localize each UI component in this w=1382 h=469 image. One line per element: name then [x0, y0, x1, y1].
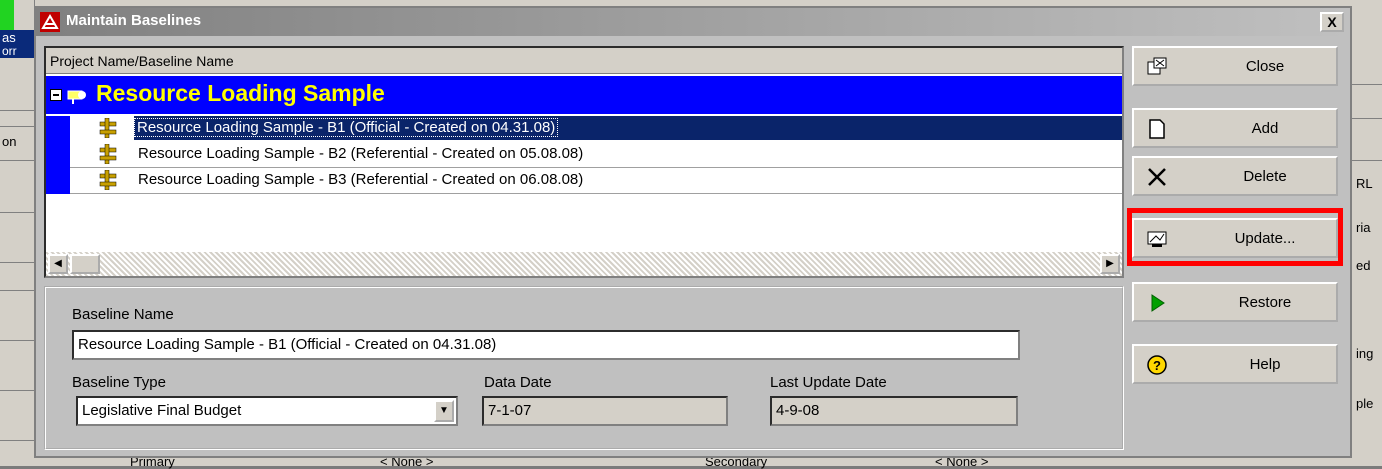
baseline-type-value: Legislative Final Budget: [82, 402, 242, 419]
update-highlight-box: [1127, 208, 1343, 266]
delete-label: Delete: [1243, 168, 1287, 185]
background-left-panel: as orr on: [0, 0, 35, 466]
baseline-icon: [98, 117, 118, 139]
baseline-icon: [98, 169, 118, 191]
baseline-icon: [98, 143, 118, 165]
background-text: ing: [1356, 346, 1374, 361]
baseline-tree: Project Name/Baseline Name Resource Load…: [44, 46, 1124, 278]
play-icon: [1146, 292, 1168, 314]
close-button[interactable]: Close: [1132, 46, 1338, 86]
baseline-row[interactable]: Resource Loading Sample - B1 (Official -…: [46, 116, 1122, 142]
background-text: ria: [1356, 220, 1371, 235]
background-text: ed: [1356, 258, 1371, 273]
baseline-row[interactable]: Resource Loading Sample - B3 (Referentia…: [46, 168, 1122, 194]
project-icon: [66, 85, 88, 105]
title-bar[interactable]: Maintain Baselines X: [36, 8, 1350, 36]
background-text: orr: [2, 44, 17, 58]
background-text: as: [2, 30, 16, 45]
background-text: on: [2, 134, 17, 149]
data-date-label: Data Date: [484, 374, 552, 391]
project-row[interactable]: Resource Loading Sample: [46, 76, 1122, 114]
baseline-row[interactable]: Resource Loading Sample - B2 (Referentia…: [46, 142, 1122, 168]
help-button[interactable]: ? Help: [1132, 344, 1338, 384]
app-icon: [40, 12, 60, 32]
svg-text:?: ?: [1153, 358, 1161, 373]
window-title: Maintain Baselines: [66, 12, 202, 29]
last-update-date-label: Last Update Date: [770, 374, 887, 391]
baseline-label: Resource Loading Sample - B2 (Referentia…: [138, 145, 584, 162]
baseline-label: Resource Loading Sample - B1 (Official -…: [134, 118, 559, 137]
baseline-label: Resource Loading Sample - B3 (Referentia…: [138, 171, 584, 188]
close-window-icon: [1146, 56, 1168, 78]
baseline-name-field[interactable]: Resource Loading Sample - B1 (Official -…: [72, 330, 1020, 360]
scroll-left-icon[interactable]: ◀: [48, 254, 68, 274]
close-label: Close: [1245, 58, 1285, 75]
last-update-date-field: 4-9-08: [770, 396, 1018, 426]
background-green-block: [0, 0, 14, 30]
add-label: Add: [1251, 120, 1279, 137]
project-name: Resource Loading Sample: [96, 80, 385, 106]
horizontal-scrollbar[interactable]: ◀ ▶: [46, 252, 1122, 276]
background-text: ple: [1356, 396, 1374, 411]
help-label: Help: [1249, 356, 1281, 373]
background-blue-strip: as orr: [0, 30, 34, 58]
scroll-right-icon[interactable]: ▶: [1100, 254, 1120, 274]
baseline-type-select[interactable]: Legislative Final Budget ▼: [76, 396, 458, 426]
baseline-name-label: Baseline Name: [72, 306, 174, 323]
collapse-icon[interactable]: [50, 89, 62, 101]
baseline-type-label: Baseline Type: [72, 374, 166, 391]
close-icon[interactable]: X: [1320, 12, 1344, 32]
delete-button[interactable]: Delete: [1132, 156, 1338, 196]
data-date-field: 7-1-07: [482, 396, 728, 426]
column-header[interactable]: Project Name/Baseline Name: [46, 48, 1122, 74]
help-icon: ?: [1146, 354, 1168, 376]
delete-x-icon: [1146, 166, 1168, 188]
restore-label: Restore: [1238, 294, 1292, 311]
baseline-details-panel: Baseline Name Resource Loading Sample - …: [44, 286, 1124, 450]
new-document-icon: [1146, 118, 1168, 140]
chevron-down-icon[interactable]: ▼: [434, 400, 454, 422]
add-button[interactable]: Add: [1132, 108, 1338, 148]
background-text: RL: [1356, 176, 1373, 191]
background-right-panel: RL ria ed ing ple: [1352, 0, 1382, 466]
scroll-thumb[interactable]: [70, 254, 100, 274]
restore-button[interactable]: Restore: [1132, 282, 1338, 322]
